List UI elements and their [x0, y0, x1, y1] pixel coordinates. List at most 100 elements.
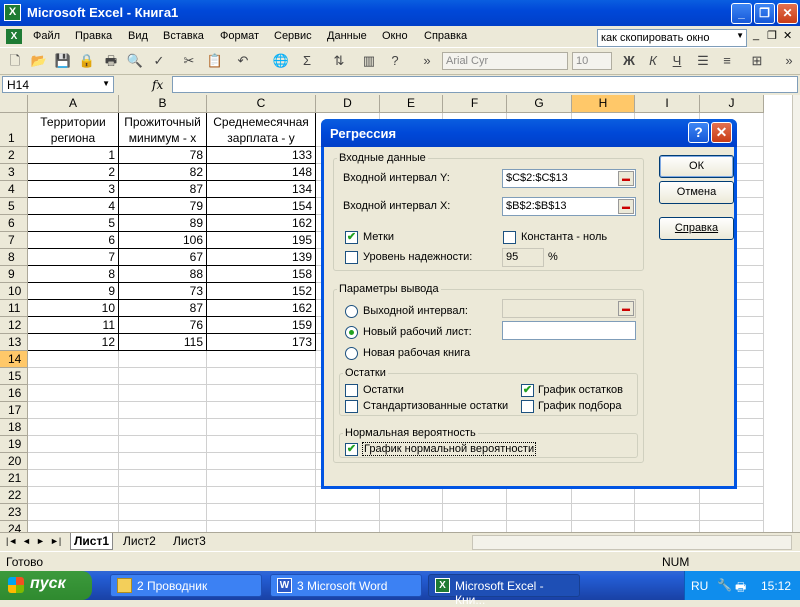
preview-icon[interactable]: 🔍 [126, 52, 144, 70]
task-excel[interactable]: X Microsoft Excel - Кни... [428, 574, 580, 607]
column-header-g[interactable]: G [507, 95, 572, 113]
column-header-j[interactable]: J [700, 95, 764, 113]
header-cell[interactable]: Среднемесячная зарплата - y [207, 113, 316, 147]
data-cell[interactable]: 154 [207, 198, 316, 215]
formula-input[interactable] [172, 76, 798, 93]
data-cell[interactable]: 159 [207, 317, 316, 334]
data-cell[interactable]: 88 [119, 266, 207, 283]
doc-close-button[interactable]: ✕ [783, 29, 792, 42]
menu-view[interactable]: Вид [128, 30, 148, 42]
bold-button[interactable]: Ж [620, 52, 638, 70]
cell[interactable] [28, 521, 119, 532]
menu-file[interactable]: Файл [33, 30, 60, 42]
cell[interactable] [207, 385, 316, 402]
cell[interactable] [119, 521, 207, 532]
cell[interactable] [119, 453, 207, 470]
row-header-11[interactable]: 11 [0, 300, 28, 317]
data-cell[interactable]: 7 [28, 249, 119, 266]
permission-icon[interactable]: 🔒 [78, 52, 96, 70]
row-header-17[interactable]: 17 [0, 402, 28, 419]
data-cell[interactable]: 148 [207, 164, 316, 181]
insert-function-icon[interactable]: fx [152, 78, 163, 92]
new-worksheet-name-field[interactable] [502, 321, 636, 340]
row-header-19[interactable]: 19 [0, 436, 28, 453]
new-worksheet-radio[interactable] [345, 326, 358, 339]
data-cell[interactable]: 134 [207, 181, 316, 198]
collapse-dialog-icon[interactable]: ▬ [618, 199, 634, 214]
tray-printer-icon[interactable]: 🖶 [735, 578, 746, 599]
excel-app-icon[interactable]: X [4, 4, 21, 21]
next-sheet-button[interactable]: ► [36, 536, 45, 546]
dialog-help-button[interactable]: ? [688, 122, 709, 143]
data-cell[interactable]: 9 [28, 283, 119, 300]
save-icon[interactable]: 💾 [54, 52, 72, 70]
new-workbook-radio[interactable] [345, 347, 358, 360]
cell[interactable] [28, 436, 119, 453]
cell[interactable] [207, 487, 316, 504]
column-header-c[interactable]: C [207, 95, 316, 113]
open-folder-icon[interactable]: 📂 [30, 52, 48, 70]
column-header-e[interactable]: E [380, 95, 443, 113]
task-word[interactable]: W 3 Microsoft Word [270, 574, 422, 597]
print-icon[interactable]: 🖶 [102, 52, 120, 70]
spelling-icon[interactable]: ✓ [150, 52, 168, 70]
cell[interactable] [507, 487, 572, 504]
start-button[interactable]: пуск [0, 571, 92, 600]
prev-sheet-button[interactable]: ◄ [22, 536, 31, 546]
data-cell[interactable]: 106 [119, 232, 207, 249]
doc-restore-button[interactable]: ❐ [767, 29, 777, 42]
residual-plot-checkbox[interactable]: ✔ [521, 384, 534, 397]
row-header-15[interactable]: 15 [0, 368, 28, 385]
data-cell[interactable]: 82 [119, 164, 207, 181]
help-icon[interactable]: ? [386, 52, 404, 70]
cell[interactable] [443, 487, 507, 504]
cell[interactable] [119, 504, 207, 521]
header-cell[interactable]: Территории региона [28, 113, 119, 147]
cell[interactable] [700, 521, 764, 532]
normal-plot-checkbox[interactable]: ✔ [345, 443, 358, 456]
data-cell[interactable]: 6 [28, 232, 119, 249]
row-header-2[interactable]: 2 [0, 147, 28, 164]
cell[interactable] [28, 470, 119, 487]
data-cell[interactable]: 79 [119, 198, 207, 215]
data-cell[interactable]: 139 [207, 249, 316, 266]
cell[interactable] [119, 402, 207, 419]
data-cell[interactable]: 173 [207, 334, 316, 351]
row-header-23[interactable]: 23 [0, 504, 28, 521]
cell[interactable] [207, 419, 316, 436]
menu-window[interactable]: Окно [382, 30, 408, 42]
maximize-button[interactable]: ❐ [754, 3, 775, 24]
data-cell[interactable]: 89 [119, 215, 207, 232]
cell[interactable] [443, 504, 507, 521]
constant-zero-checkbox[interactable] [503, 231, 516, 244]
cell[interactable] [28, 419, 119, 436]
cell[interactable] [572, 504, 635, 521]
cell[interactable] [700, 487, 764, 504]
column-header-i[interactable]: I [635, 95, 700, 113]
cell[interactable] [28, 402, 119, 419]
cell[interactable] [207, 368, 316, 385]
document-icon[interactable]: X [6, 29, 22, 44]
italic-button[interactable]: К [644, 52, 662, 70]
cell[interactable] [119, 436, 207, 453]
column-header-h[interactable]: H [572, 95, 635, 113]
cell[interactable] [28, 487, 119, 504]
cell[interactable] [635, 521, 700, 532]
tab-sheet2[interactable]: Лист2 [120, 533, 159, 550]
cell[interactable] [119, 419, 207, 436]
dialog-help-action-button[interactable]: Справка [659, 217, 734, 240]
chevron-down-icon[interactable]: ▼ [736, 31, 744, 40]
header-cell[interactable]: Прожиточный минимум - x [119, 113, 207, 147]
data-cell[interactable]: 152 [207, 283, 316, 300]
row-header-10[interactable]: 10 [0, 283, 28, 300]
labels-checkbox[interactable]: ✔ [345, 231, 358, 244]
menu-format[interactable]: Формат [220, 30, 259, 42]
row-header-13[interactable]: 13 [0, 334, 28, 351]
row-header-5[interactable]: 5 [0, 198, 28, 215]
row-header-1[interactable]: 1 [0, 113, 28, 147]
chart-wizard-icon[interactable]: ▥ [360, 52, 378, 70]
select-all-corner[interactable] [0, 95, 28, 113]
font-size-select[interactable]: 10 [572, 52, 612, 70]
data-cell[interactable]: 158 [207, 266, 316, 283]
minimize-button[interactable]: _ [731, 3, 752, 24]
